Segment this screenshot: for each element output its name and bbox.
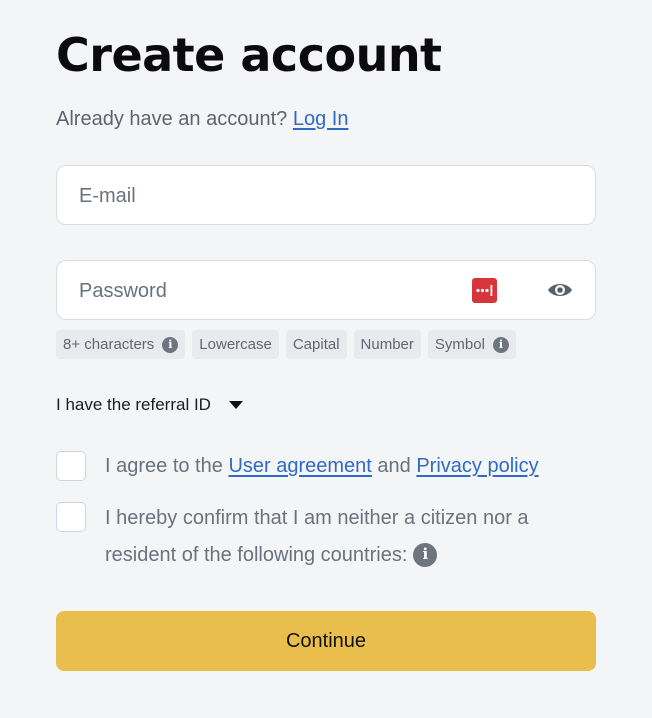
requirement-label: Capital	[292, 336, 340, 353]
info-icon[interactable]: i	[413, 542, 438, 567]
requirement-label: 8+ characters	[63, 336, 155, 353]
requirement-chip-capital: Capital	[285, 330, 347, 359]
user-agreement-link[interactable]: User agreement	[228, 455, 371, 477]
requirement-chip-number: Number	[353, 330, 421, 359]
requirement-label: Number	[360, 336, 414, 353]
requirement-chip-length: 8+ characters i	[56, 330, 186, 359]
agree-and: and	[377, 455, 411, 477]
referral-id-label: I have the referral ID	[56, 395, 211, 414]
email-field[interactable]	[77, 166, 461, 226]
password-manager-icon[interactable]	[472, 278, 497, 303]
requirement-label: Lowercase	[199, 336, 272, 353]
login-link[interactable]: Log In	[293, 108, 349, 130]
login-prompt: Already have an account? Log In	[56, 108, 348, 131]
residency-checkbox[interactable]	[56, 502, 86, 532]
already-have-account-text: Already have an account?	[56, 108, 288, 130]
password-field-container	[56, 260, 596, 321]
info-icon[interactable]: i	[162, 336, 179, 353]
agree-checkbox[interactable]	[56, 451, 86, 481]
residency-text: I hereby confirm that I am neither a cit…	[105, 507, 529, 566]
requirement-chip-symbol: Symbol i	[427, 330, 516, 359]
privacy-policy-link[interactable]: Privacy policy	[416, 455, 538, 477]
requirement-chip-lowercase: Lowercase	[192, 330, 279, 359]
agree-text: I agree to the User agreement and Privac…	[105, 448, 539, 485]
residency-text-block: I hereby confirm that I am neither a cit…	[105, 500, 575, 574]
eye-icon[interactable]	[546, 279, 574, 301]
requirement-label: Symbol	[434, 336, 485, 353]
caret-down-icon	[228, 401, 243, 409]
referral-id-toggle[interactable]: I have the referral ID	[56, 395, 243, 415]
page-title: Create account	[56, 28, 442, 82]
info-icon[interactable]: i	[492, 336, 509, 353]
password-requirements: 8+ characters i Lowercase Capital Number…	[56, 330, 516, 359]
email-field-container	[56, 165, 596, 226]
agree-prefix: I agree to the	[105, 455, 223, 477]
continue-button[interactable]: Continue	[56, 611, 596, 671]
password-field[interactable]	[77, 261, 461, 321]
